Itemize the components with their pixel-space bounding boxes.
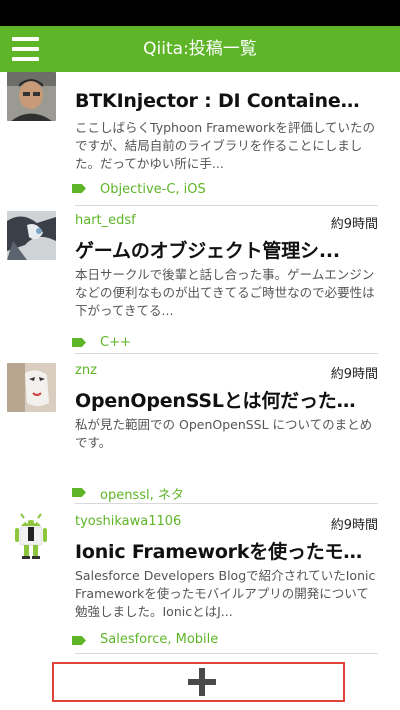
tag-icon — [72, 488, 86, 497]
tag-icon — [72, 184, 86, 193]
divider — [75, 653, 378, 654]
nav-bar-overlay: Qiita:投稿一覧 — [0, 26, 400, 72]
list-item[interactable]: tyoshikawa1106 約9時間 Ionic Frameworkを使ったモ… — [0, 506, 400, 656]
tag-list[interactable]: Salesforce, Mobile — [100, 632, 218, 647]
tag-icon — [72, 338, 86, 347]
add-post-button[interactable] — [52, 662, 345, 702]
divider — [75, 503, 378, 504]
tag-list[interactable]: Objective-C, iOS — [100, 182, 206, 197]
list-item[interactable]: znz 約9時間 OpenOpenSSLとは何だったのか 私が見た範囲での Op… — [0, 355, 400, 505]
status-bar-overlay — [0, 0, 400, 26]
post-time: 約9時間 — [330, 217, 378, 232]
post-title[interactable]: ゲームのオブジェクト管理シ... — [75, 236, 365, 263]
post-excerpt: ここしばらくTyphoon Frameworkを評価していたのですが、結局自前の… — [75, 120, 375, 171]
post-title[interactable]: BTKInjector : DI Containerを... — [75, 86, 365, 113]
tag-list[interactable]: openssl, ネタ — [100, 484, 184, 503]
list-item[interactable]: hart_edsf 約9時間 ゲームのオブジェクト管理シ... 本日サークルで後… — [0, 205, 400, 355]
post-title[interactable]: Ionic Frameworkを使ったモバ... — [75, 537, 365, 564]
post-excerpt: 私が見た範囲での OpenOpenSSL についてのまとめです。 — [75, 417, 373, 450]
avatar — [7, 512, 56, 561]
page-title: Qiita:投稿一覧 — [143, 39, 257, 59]
tag-list[interactable]: C++ — [100, 335, 131, 350]
post-time: 約9時間 — [330, 518, 378, 533]
list-item[interactable]: tomohisaota 約9時間 BTKInjector : DI Contai… — [0, 56, 400, 208]
avatar — [7, 72, 56, 121]
divider — [75, 353, 378, 354]
avatar — [7, 363, 56, 412]
post-author[interactable]: hart_edsf — [75, 213, 136, 228]
post-excerpt: 本日サークルで後輩と話し合った事。ゲームエンジンなどの便利なものが出てきてるご時… — [75, 267, 375, 318]
post-excerpt: Salesforce Developers Blogで紹介されていたIonic … — [75, 568, 376, 619]
post-author[interactable]: znz — [75, 363, 97, 378]
post-time: 約9時間 — [330, 367, 378, 382]
post-author[interactable]: tyoshikawa1106 — [75, 514, 181, 529]
tag-icon — [72, 636, 86, 645]
post-title[interactable]: OpenOpenSSLとは何だったのか — [75, 386, 365, 413]
avatar — [7, 211, 56, 260]
